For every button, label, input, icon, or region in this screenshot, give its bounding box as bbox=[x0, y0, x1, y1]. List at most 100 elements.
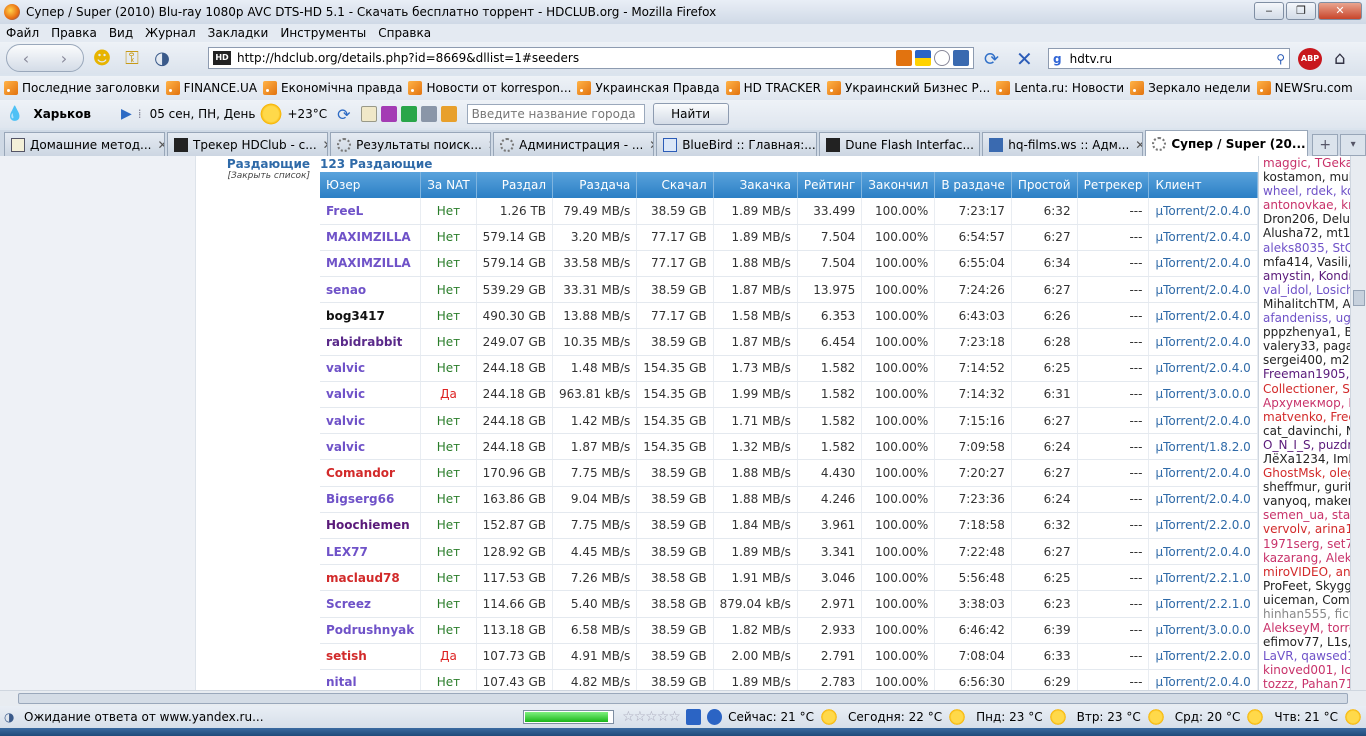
user-link[interactable]: MAXIMZILLA bbox=[320, 224, 422, 251]
user-link[interactable]: Comandor bbox=[320, 459, 422, 487]
key-icon[interactable]: ⚿ bbox=[120, 46, 144, 70]
user-link[interactable]: Bigserg66 bbox=[320, 486, 422, 513]
close-tab-icon[interactable]: ✕ bbox=[151, 138, 164, 152]
online-user-line[interactable]: uiceman, Coma bbox=[1263, 593, 1350, 607]
url-input[interactable]: http://hdclub.org/details.php?id=8669&dl… bbox=[237, 51, 896, 65]
online-user-line[interactable]: kinoved001, Ice bbox=[1263, 663, 1350, 677]
online-user-line[interactable]: afandeniss, ugly bbox=[1263, 311, 1350, 325]
online-user-line[interactable]: Alusha72, mt19 bbox=[1263, 226, 1350, 240]
column-header[interactable]: Раздача bbox=[552, 172, 638, 198]
globe-icon[interactable]: ◑ bbox=[150, 46, 174, 70]
adblock-icon[interactable]: ABP bbox=[1298, 48, 1322, 70]
close-tab-icon[interactable]: ✕ bbox=[974, 138, 979, 152]
menu-edit[interactable]: Правка bbox=[51, 26, 97, 40]
forecast-mon[interactable]: Пнд: 23 °C bbox=[976, 708, 1071, 726]
bookmark-item[interactable]: Украинская Правда bbox=[577, 81, 720, 95]
weather-flag-icon[interactable] bbox=[706, 709, 723, 725]
column-header[interactable]: Закачка bbox=[713, 172, 798, 198]
online-user-line[interactable]: cat_davinchi, Ni bbox=[1263, 424, 1350, 438]
search-icon[interactable]: ⚲ bbox=[1276, 52, 1285, 66]
user-link[interactable]: Podrushnyak bbox=[320, 617, 422, 644]
online-user-line[interactable]: amystin, Kondra bbox=[1263, 269, 1350, 283]
tools-icon[interactable] bbox=[420, 106, 437, 122]
vertical-scrollbar[interactable] bbox=[1350, 156, 1366, 690]
tab[interactable]: hq-films.ws :: Адм...✕ bbox=[982, 132, 1144, 156]
online-user-line[interactable]: tozzz, Pahan71, bbox=[1263, 677, 1350, 690]
water-drop-icon[interactable]: 💧 bbox=[6, 106, 23, 122]
menu-view[interactable]: Вид bbox=[109, 26, 133, 40]
user-link[interactable]: setish bbox=[320, 643, 422, 670]
back-icon[interactable]: ‹ bbox=[23, 49, 29, 68]
close-window-button[interactable]: ✕ bbox=[1318, 2, 1362, 20]
search-input[interactable]: hdtv.ru bbox=[1070, 52, 1277, 66]
online-user-line[interactable]: Freeman1905, l bbox=[1263, 367, 1350, 381]
maximize-button[interactable]: ❐ bbox=[1286, 2, 1316, 20]
search-box[interactable]: g hdtv.ru ⚲ bbox=[1048, 48, 1290, 69]
new-tab-button[interactable]: + bbox=[1312, 134, 1339, 156]
online-user-line[interactable]: kostamon, mult bbox=[1263, 170, 1350, 184]
horizontal-scrollbar[interactable] bbox=[0, 690, 1366, 706]
column-header[interactable]: Рейтинг bbox=[797, 172, 863, 198]
user-link[interactable]: MAXIMZILLA bbox=[320, 250, 422, 278]
column-header[interactable]: Простой bbox=[1011, 172, 1078, 198]
user-link[interactable]: valvic bbox=[320, 355, 422, 382]
forward-icon[interactable]: › bbox=[61, 49, 67, 68]
online-user-line[interactable]: AlekseyM, torre bbox=[1263, 621, 1350, 635]
user-link[interactable]: FreeL bbox=[320, 198, 422, 225]
user-link[interactable]: Hoochiemen bbox=[320, 512, 422, 539]
list-all-tabs-button[interactable]: ▾ bbox=[1340, 134, 1366, 156]
google-icon[interactable]: g bbox=[1053, 52, 1062, 66]
bookmark-item[interactable]: FINANCE.UA bbox=[165, 81, 257, 95]
forecast-today[interactable]: Сегодня: 22 °C bbox=[848, 708, 970, 726]
notepad-icon[interactable] bbox=[360, 106, 377, 122]
bookmark-item[interactable]: Економічна правда bbox=[263, 81, 402, 95]
online-user-line[interactable]: vervolv, arina13 bbox=[1263, 522, 1350, 536]
home-icon[interactable]: ⌂ bbox=[1334, 48, 1345, 69]
close-tab-icon[interactable]: ✕ bbox=[482, 138, 490, 152]
bookmark-item[interactable]: Зеркало недели bbox=[1130, 81, 1251, 95]
play-icon[interactable]: ▶ bbox=[121, 106, 132, 122]
user-link[interactable]: valvic bbox=[320, 407, 422, 435]
addon-icon[interactable] bbox=[685, 709, 701, 725]
online-user-line[interactable]: mfa414, Vasili, p bbox=[1263, 255, 1350, 269]
stop-icon[interactable]: ✕ bbox=[1016, 47, 1033, 71]
url-bar[interactable]: HD http://hdclub.org/details.php?id=8669… bbox=[208, 47, 974, 69]
bookmark-item[interactable]: HD TRACKER bbox=[725, 81, 821, 95]
online-user-line[interactable]: vanyoq, makent bbox=[1263, 494, 1350, 508]
menu-history[interactable]: Журнал bbox=[145, 26, 196, 40]
user-link[interactable]: valvic bbox=[320, 381, 422, 409]
column-header[interactable]: Закончил bbox=[861, 172, 936, 198]
online-user-line[interactable]: sheffmur, gurits bbox=[1263, 480, 1350, 494]
bookmark-item[interactable]: Украинский Бизнес Р... bbox=[827, 81, 990, 95]
user-link[interactable]: Screez bbox=[320, 590, 422, 618]
online-user-line[interactable]: antonovkae, knj bbox=[1263, 198, 1350, 212]
close-list-link[interactable]: [Закрыть список] bbox=[198, 171, 310, 181]
refresh-icon[interactable]: ⟳ bbox=[337, 105, 350, 124]
forecast-tue[interactable]: Втр: 23 °C bbox=[1077, 708, 1169, 726]
close-tab-icon[interactable]: ✕ bbox=[1129, 138, 1142, 152]
city-search-input[interactable]: Введите название города bbox=[466, 104, 645, 124]
tab[interactable]: Результаты поиск...✕ bbox=[330, 132, 492, 156]
bookmark-item[interactable]: NEWSru.com bbox=[1256, 81, 1353, 95]
column-header[interactable]: Ретрекер bbox=[1077, 172, 1150, 198]
scrollbar-thumb[interactable] bbox=[18, 693, 1348, 704]
close-tab-icon[interactable]: ✕ bbox=[816, 138, 817, 152]
scrollbar-thumb[interactable] bbox=[1353, 290, 1365, 306]
tab-active[interactable]: Супер / Super (20...✕ bbox=[1145, 130, 1309, 156]
online-user-line[interactable]: Collectioner, Se bbox=[1263, 382, 1350, 396]
online-user-line[interactable]: Архумекмор, M bbox=[1263, 396, 1350, 410]
menu-help[interactable]: Справка bbox=[378, 26, 431, 40]
menu-bookmarks[interactable]: Закладки bbox=[208, 26, 269, 40]
find-button[interactable]: Найти bbox=[652, 103, 729, 125]
flag-icon[interactable] bbox=[915, 50, 931, 66]
column-header[interactable]: За NAT bbox=[420, 172, 477, 198]
online-user-line[interactable]: semen_ua, stal1 bbox=[1263, 508, 1350, 522]
bookmark-item[interactable]: Новости от korrespon... bbox=[408, 81, 571, 95]
tab[interactable]: Трекер HDClub - с...✕ bbox=[167, 132, 329, 156]
online-user-line[interactable]: LaVR, qawsed1 bbox=[1263, 649, 1350, 663]
column-header[interactable]: Юзер bbox=[320, 172, 422, 198]
online-user-line[interactable]: ЛёXa1234, ImN bbox=[1263, 452, 1350, 466]
online-user-line[interactable]: efimov77, L1s, bbox=[1263, 635, 1350, 649]
online-user-line[interactable]: ProFeet, Skygg bbox=[1263, 579, 1350, 593]
smiley-icon[interactable]: ☻ bbox=[90, 46, 114, 70]
